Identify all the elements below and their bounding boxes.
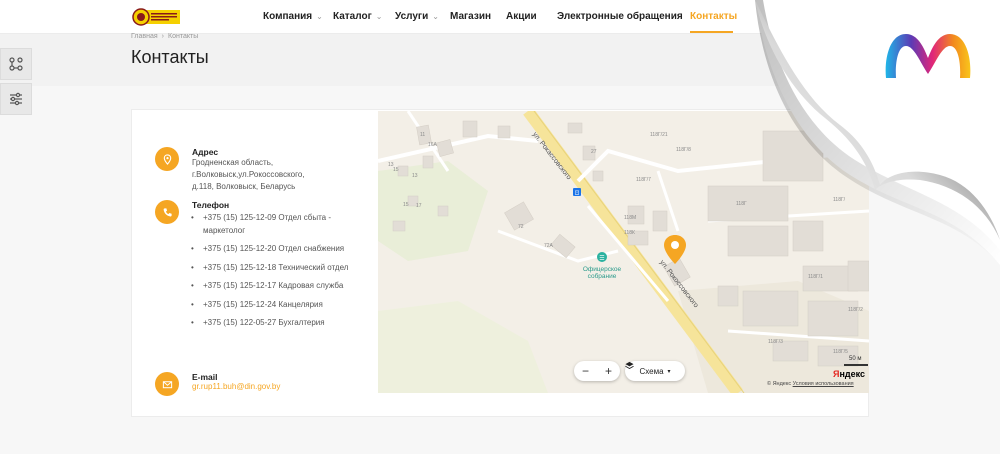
address-line: д.118, Волковыск, Беларусь bbox=[192, 182, 296, 191]
chevron-down-icon: ▾ bbox=[667, 368, 671, 375]
svg-text:72: 72 bbox=[518, 224, 524, 230]
phone-item[interactable]: +375 (15) 125-12-09 Отдел сбыта - маркет… bbox=[191, 212, 361, 237]
map-terms-link[interactable]: Условия использования bbox=[793, 381, 854, 387]
nav-item-label: Магазин bbox=[450, 11, 492, 22]
map-pin-icon bbox=[163, 153, 171, 165]
mail-icon bbox=[162, 380, 172, 388]
svg-text:72А: 72А bbox=[544, 243, 554, 249]
chevron-down-icon: ⌄ bbox=[316, 12, 323, 21]
nav-item-shop[interactable]: Магазин bbox=[450, 11, 491, 22]
breadcrumb-home-link[interactable]: Главная bbox=[131, 33, 158, 40]
address-line: г.Волковыск,ул.Рокоссовского, bbox=[192, 170, 305, 179]
brand-logo-icon bbox=[885, 34, 971, 78]
yandex-logo[interactable]: Яндекс bbox=[833, 369, 865, 379]
poi-label: собрание bbox=[588, 272, 617, 280]
nav-item-contacts[interactable]: Контакты bbox=[690, 11, 737, 22]
map-marker-icon[interactable] bbox=[664, 235, 686, 264]
svg-text:118Г/1: 118Г/1 bbox=[808, 274, 823, 280]
svg-text:118Г: 118Г bbox=[736, 201, 747, 207]
phone-item[interactable]: +375 (15) 125-12-17 Кадровая служба bbox=[191, 280, 361, 293]
address-line: Гродненская область, bbox=[192, 158, 274, 167]
svg-text:17: 17 bbox=[416, 203, 422, 209]
svg-text:⊡: ⊡ bbox=[574, 191, 579, 197]
yandex-logo-text: ндекс bbox=[839, 369, 866, 379]
email-icon-badge bbox=[155, 372, 179, 396]
svg-text:118Г/5: 118Г/5 bbox=[833, 349, 848, 355]
nav-item-company[interactable]: Компания ⌄ bbox=[263, 11, 323, 22]
address-text: Гродненская область, г.Волковыск,ул.Роко… bbox=[192, 157, 305, 193]
nav-item-label: Каталог bbox=[333, 11, 372, 22]
phone-item[interactable]: +375 (15) 122-05-27 Бухгалтерия bbox=[191, 317, 361, 330]
map-layer-label: Схема bbox=[639, 366, 664, 376]
email-label: E-mail bbox=[192, 372, 218, 382]
map-layer-button[interactable]: Схема ▾ bbox=[625, 361, 685, 381]
map-copyright: © Яндекс Условия использования bbox=[767, 381, 854, 387]
map-copyright-text: © Яндекс bbox=[767, 381, 792, 387]
svg-text:16А: 16А bbox=[428, 142, 438, 148]
svg-text:118Г/3: 118Г/3 bbox=[768, 339, 783, 345]
company-logo[interactable] bbox=[131, 7, 181, 27]
phone-item[interactable]: +375 (15) 125-12-20 Отдел снабжения bbox=[191, 243, 361, 256]
svg-text:118Г/2: 118Г/2 bbox=[848, 307, 863, 313]
zoom-in-button[interactable]: + bbox=[605, 364, 612, 378]
nav-item-promotions[interactable]: Акции bbox=[506, 11, 537, 22]
map-zoom-control: − + bbox=[574, 361, 620, 381]
phone-icon-badge bbox=[155, 200, 179, 224]
breadcrumb-current: Контакты bbox=[168, 33, 199, 40]
nav-item-label: Электронные обращения bbox=[557, 11, 683, 22]
page-title: Контакты bbox=[131, 47, 209, 67]
svg-text:118К: 118К bbox=[624, 230, 635, 236]
svg-text:118Г/7: 118Г/7 bbox=[636, 177, 651, 183]
active-nav-indicator bbox=[690, 31, 733, 33]
nav-item-appeals[interactable]: Электронные обращения bbox=[557, 11, 683, 22]
nav-item-label: Услуги bbox=[395, 11, 429, 22]
phone-list: +375 (15) 125-12-09 Отдел сбыта - маркет… bbox=[191, 212, 361, 336]
phone-label: Телефон bbox=[192, 200, 230, 210]
phone-item[interactable]: +375 (15) 125-12-24 Канцелярия bbox=[191, 299, 361, 312]
sitemap-icon bbox=[9, 57, 23, 71]
settings-button[interactable] bbox=[0, 83, 32, 115]
svg-text:13: 13 bbox=[412, 173, 418, 179]
layers-icon bbox=[625, 361, 634, 369]
svg-text:15: 15 bbox=[393, 167, 399, 173]
phone-item[interactable]: +375 (15) 125-12-18 Технический отдел bbox=[191, 262, 361, 275]
address-label: Адрес bbox=[192, 147, 219, 157]
chevron-down-icon: ⌄ bbox=[375, 12, 383, 21]
nav-item-services[interactable]: Услуги ⌄ bbox=[395, 11, 439, 22]
poi-label: Офицерское bbox=[583, 266, 622, 273]
svg-text:☰: ☰ bbox=[599, 255, 604, 262]
phone-icon bbox=[163, 207, 172, 216]
sliders-icon bbox=[10, 92, 22, 106]
address-icon-badge bbox=[155, 147, 179, 171]
email-link[interactable]: gr.rup11.buh@din.gov.by bbox=[192, 382, 280, 391]
sitemap-button[interactable] bbox=[0, 48, 32, 80]
nav-item-catalog[interactable]: Каталог ⌄ bbox=[333, 11, 382, 22]
svg-text:118Г/21: 118Г/21 bbox=[650, 132, 668, 138]
breadcrumb: Главная › Контакты bbox=[131, 33, 198, 40]
svg-text:15: 15 bbox=[403, 202, 409, 208]
svg-text:118М: 118М bbox=[624, 215, 636, 221]
map-scale-bar bbox=[844, 364, 868, 366]
map-scale-label: 50 м bbox=[849, 356, 862, 362]
chevron-down-icon: ⌄ bbox=[432, 12, 439, 21]
nav-item-label: Акции bbox=[506, 11, 537, 22]
svg-text:11: 11 bbox=[420, 132, 425, 138]
nav-item-label: Контакты bbox=[690, 11, 738, 22]
nav-item-label: Компания bbox=[263, 11, 313, 22]
svg-text:118Г/8: 118Г/8 bbox=[676, 147, 691, 153]
zoom-out-button[interactable]: − bbox=[582, 364, 589, 378]
breadcrumb-separator: › bbox=[161, 33, 164, 40]
svg-text:27: 27 bbox=[591, 149, 597, 155]
